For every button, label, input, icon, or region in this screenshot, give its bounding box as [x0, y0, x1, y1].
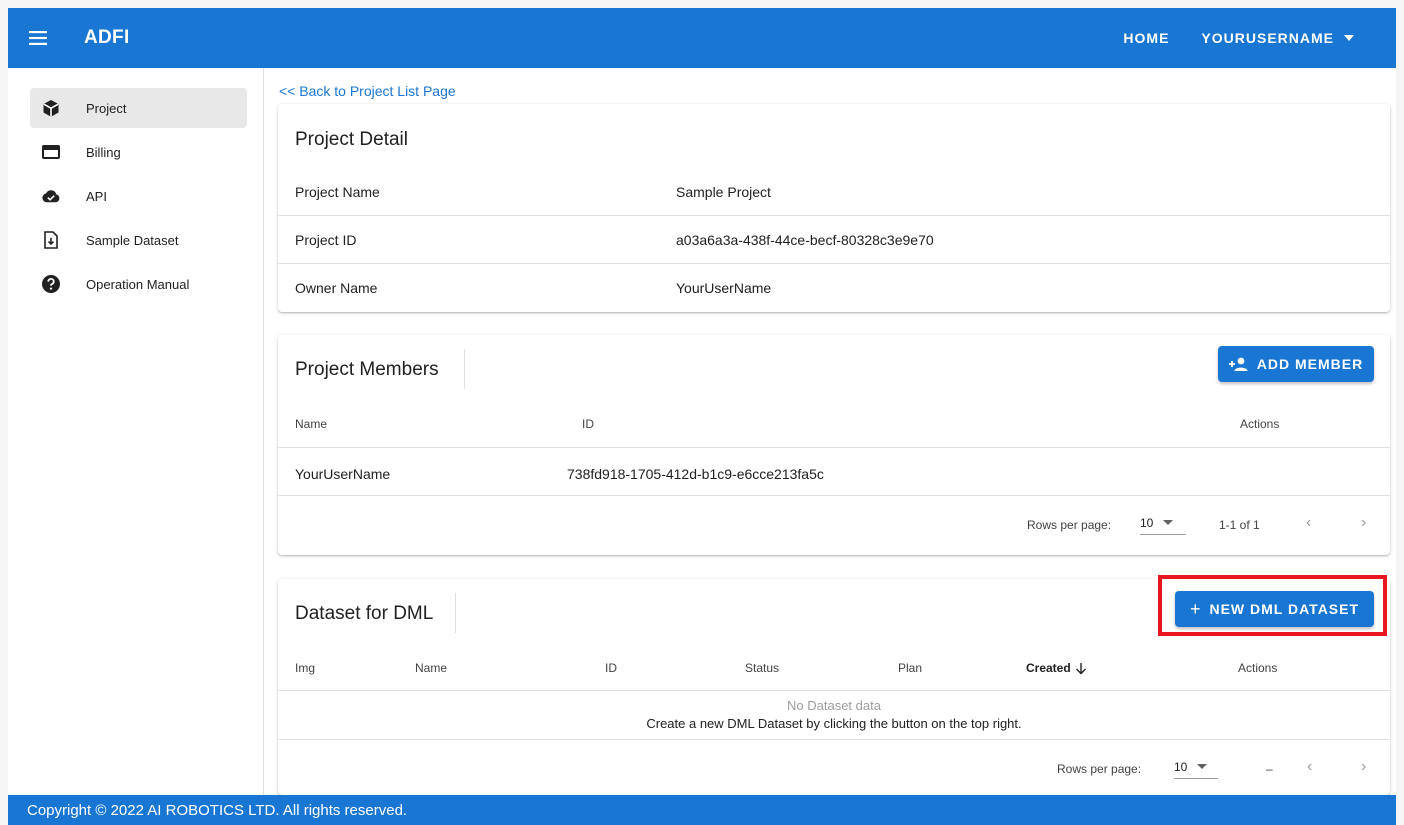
detail-key: Project ID — [295, 231, 357, 248]
divider — [278, 739, 1390, 740]
dml-dataset-card: Dataset for DML + NEW DML DATASET Img Na… — [278, 579, 1390, 795]
empty-state-hint: Create a new DML Dataset by clicking the… — [646, 716, 1022, 731]
back-to-project-list-link[interactable]: << Back to Project List Page — [279, 83, 456, 99]
copyright-text: Copyright © 2022 AI ROBOTICS LTD. All ri… — [27, 801, 408, 819]
column-header-name[interactable]: Name — [295, 417, 327, 431]
appbar-actions: HOME YOURUSERNAME — [1107, 8, 1396, 68]
file-download-icon — [42, 231, 60, 249]
column-header-id[interactable]: ID — [605, 661, 617, 675]
previous-page-icon[interactable]: ‹ — [1307, 758, 1312, 776]
member-name-cell: YourUserName — [295, 466, 391, 482]
pagination-range: 1-1 of 1 — [1219, 518, 1260, 532]
column-header-plan[interactable]: Plan — [898, 661, 922, 675]
new-dml-dataset-label: NEW DML DATASET — [1209, 601, 1360, 617]
rows-per-page-select[interactable]: 10 — [1174, 755, 1218, 779]
caret-down-icon — [1344, 35, 1354, 41]
rows-per-page-label: Rows per page: — [1057, 762, 1142, 776]
cloud-check-icon — [42, 187, 60, 205]
detail-key: Project Name — [295, 183, 380, 200]
detail-row-project-name: Project Name Sample Project — [278, 168, 1390, 216]
title-divider — [455, 593, 456, 633]
member-id-cell: 738fd918-1705-412d-b1c9-e6cce213fa5c — [567, 466, 824, 482]
column-header-created[interactable]: Created — [1026, 661, 1087, 675]
menu-icon[interactable] — [8, 8, 68, 68]
column-header-img: Img — [295, 661, 316, 675]
sidebar-item-sample-dataset[interactable]: Sample Dataset — [30, 220, 247, 260]
detail-value: Sample Project — [676, 183, 771, 200]
column-header-status[interactable]: Status — [745, 661, 779, 675]
sidebar-item-api[interactable]: API — [30, 176, 247, 216]
home-button[interactable]: HOME — [1107, 8, 1185, 68]
sidebar: Project Billing API Sample Dataset Opera… — [8, 68, 264, 795]
add-member-label: ADD MEMBER — [1256, 356, 1364, 372]
sidebar-item-operation-manual[interactable]: Operation Manual — [30, 264, 247, 304]
detail-value: YourUserName — [676, 280, 772, 296]
detail-key: Owner Name — [295, 280, 378, 296]
sidebar-item-label: Operation Manual — [86, 276, 190, 292]
sidebar-item-label: Sample Dataset — [86, 232, 179, 248]
add-member-button[interactable]: ADD MEMBER — [1218, 346, 1374, 382]
column-header-actions: Actions — [1240, 417, 1280, 431]
new-dml-dataset-button[interactable]: + NEW DML DATASET — [1175, 591, 1374, 627]
sidebar-item-billing[interactable]: Billing — [30, 132, 247, 172]
rows-per-page-value: 10 — [1174, 759, 1188, 774]
cube-icon — [42, 99, 60, 117]
column-header-actions: Actions — [1238, 661, 1278, 675]
plus-icon: + — [1189, 599, 1202, 619]
column-header-created-label: Created — [1026, 661, 1071, 675]
sidebar-item-project[interactable]: Project — [30, 88, 247, 128]
previous-page-icon[interactable]: ‹ — [1306, 514, 1311, 532]
title-divider — [464, 349, 465, 389]
rows-per-page-select[interactable]: 10 — [1140, 511, 1186, 535]
app-bar: ADFI HOME YOURUSERNAME — [8, 8, 1396, 68]
divider — [278, 447, 1390, 448]
divider — [278, 495, 1390, 496]
sidebar-item-label: Project — [86, 100, 127, 116]
caret-down-icon — [1197, 764, 1208, 769]
caret-down-icon — [1163, 520, 1174, 525]
card-title: Project Detail — [295, 129, 408, 150]
arrow-down-icon — [1075, 662, 1087, 675]
main-area: Project Billing API Sample Dataset Opera… — [8, 68, 1396, 795]
app-title[interactable]: ADFI — [84, 27, 130, 49]
detail-row-project-id: Project ID a03a6a3a-438f-44ce-becf-80328… — [278, 216, 1390, 264]
project-detail-card: Project Detail Project Name Sample Proje… — [278, 104, 1390, 312]
rows-per-page-label: Rows per page: — [1027, 518, 1112, 532]
sidebar-item-label: Billing — [86, 144, 121, 160]
content-area: << Back to Project List Page Project Det… — [278, 68, 1396, 795]
detail-row-owner-name: Owner Name YourUserName — [278, 264, 1390, 312]
divider — [278, 690, 1390, 691]
user-menu-label: YOURUSERNAME — [1201, 30, 1334, 46]
project-members-card: Project Members ADD MEMBER Name ID Actio… — [278, 335, 1390, 555]
card-title: Project Members — [295, 359, 439, 380]
empty-state-title: No Dataset data — [787, 698, 881, 713]
column-header-id[interactable]: ID — [582, 417, 594, 431]
rows-per-page-value: 10 — [1140, 515, 1154, 530]
next-page-icon[interactable]: › — [1361, 514, 1366, 532]
next-page-icon[interactable]: › — [1361, 758, 1366, 776]
credit-card-icon — [42, 143, 60, 161]
help-circle-icon — [42, 275, 60, 293]
person-add-icon — [1228, 357, 1249, 371]
sidebar-item-label: API — [86, 188, 107, 204]
card-title: Dataset for DML — [295, 603, 434, 624]
pagination-range: – — [1266, 762, 1273, 776]
column-header-name[interactable]: Name — [415, 661, 447, 675]
footer: Copyright © 2022 AI ROBOTICS LTD. All ri… — [8, 795, 1396, 825]
user-menu-button[interactable]: YOURUSERNAME — [1185, 8, 1370, 68]
detail-value: a03a6a3a-438f-44ce-becf-80328c3e9e70 — [676, 231, 934, 248]
